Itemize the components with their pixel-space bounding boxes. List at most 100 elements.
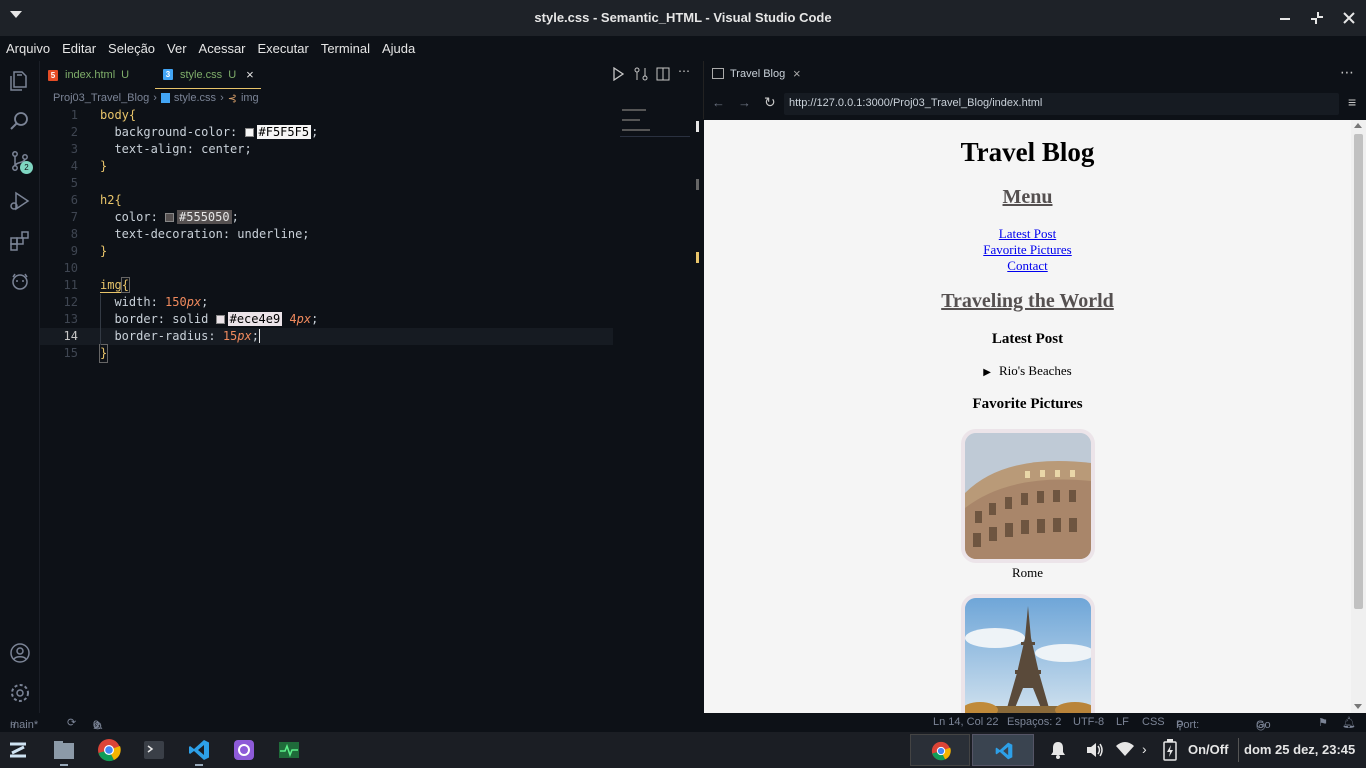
- scrollbar-thumb[interactable]: [1354, 134, 1363, 609]
- status-bar: ⑂ main* ⟳ ⊗ 0 ⚠ 0 Ln 14, Col 22 Espaços:…: [0, 713, 1366, 743]
- restore-icon[interactable]: [1307, 8, 1327, 28]
- browser-tab-bar: Travel Blog × ⋯: [703, 61, 1366, 89]
- property: color:: [114, 210, 166, 224]
- branch-name: main*: [10, 719, 39, 731]
- explorer-icon[interactable]: [8, 69, 32, 93]
- menu-arquivo[interactable]: Arquivo: [6, 41, 50, 56]
- chevron-right-icon[interactable]: ›: [1142, 741, 1147, 757]
- settings-gear-icon[interactable]: [8, 681, 32, 705]
- end-of-line[interactable]: LF: [1116, 716, 1129, 728]
- browser-toolbar: ← → ↻ http://127.0.0.1:3000/Proj03_Trave…: [703, 89, 1366, 119]
- page-h3-latest: Latest Post: [991, 331, 1064, 347]
- extensions-icon[interactable]: [8, 229, 32, 253]
- tab-close-icon[interactable]: ×: [246, 67, 254, 82]
- menu-icon[interactable]: ≡: [1348, 94, 1356, 110]
- scroll-down-arrow-icon[interactable]: [1354, 704, 1362, 709]
- line-number: 3: [70, 142, 78, 156]
- indentation[interactable]: Espaços: 2: [1007, 716, 1061, 728]
- menu-ver[interactable]: Ver: [167, 41, 187, 56]
- browser-tab-title[interactable]: Travel Blog: [730, 68, 785, 80]
- files-icon[interactable]: [52, 738, 76, 762]
- menu-terminal[interactable]: Terminal: [321, 41, 370, 56]
- line-number: 12: [63, 295, 78, 309]
- battery-charging-icon[interactable]: [1163, 739, 1177, 766]
- link-contact[interactable]: Contact: [704, 258, 1351, 274]
- run-debug-icon[interactable]: [8, 189, 32, 213]
- tab-label: index.html: [65, 69, 116, 81]
- clock[interactable]: dom 25 dez, 23:45: [1244, 742, 1355, 757]
- code-editor[interactable]: 1 body{ 2 background-color: #F5F5F5; 3 te…: [40, 107, 620, 367]
- menu-ajuda[interactable]: Ajuda: [382, 41, 415, 56]
- tab-style-css[interactable]: 3 style.css U ×: [155, 61, 261, 89]
- semicolon: ;: [231, 210, 239, 224]
- brace: {: [114, 193, 122, 207]
- number: 150: [165, 295, 187, 309]
- line-number: 8: [70, 227, 78, 241]
- remote-explorer-icon[interactable]: [8, 269, 32, 293]
- vscode-icon[interactable]: [187, 738, 211, 762]
- sync-icon[interactable]: ⟳: [67, 716, 76, 729]
- menu-editar[interactable]: Editar: [62, 41, 96, 56]
- notifications-bell-icon[interactable]: 🔔︎: [1342, 716, 1356, 729]
- encoding[interactable]: UTF-8: [1073, 716, 1104, 728]
- window-chrome[interactable]: [910, 734, 970, 766]
- close-icon[interactable]: [1339, 8, 1359, 28]
- link-latest-post[interactable]: Latest Post: [704, 226, 1351, 242]
- wifi-icon[interactable]: [1116, 741, 1134, 762]
- minimap-line: [622, 119, 640, 121]
- open-changes-icon[interactable]: [634, 67, 648, 84]
- browser-scrollbar[interactable]: [1351, 120, 1366, 713]
- semicolon: ;: [201, 295, 209, 309]
- link-favorite-pictures[interactable]: Favorite Pictures: [704, 242, 1351, 258]
- forward-arrow-icon[interactable]: →: [738, 95, 751, 110]
- cursor-position[interactable]: Ln 14, Col 22: [933, 716, 998, 728]
- run-file-icon[interactable]: [612, 66, 625, 84]
- back-arrow-icon[interactable]: ←: [712, 95, 725, 110]
- language-mode[interactable]: CSS: [1142, 716, 1165, 728]
- color-swatch[interactable]: [215, 315, 225, 324]
- scroll-up-arrow-icon[interactable]: [1354, 123, 1362, 128]
- unit: px: [186, 295, 202, 309]
- tab-label: style.css: [180, 68, 223, 81]
- menu-selecao[interactable]: Seleção: [108, 41, 155, 56]
- notifications-bell-icon[interactable]: [1050, 741, 1066, 762]
- details-rios-beaches[interactable]: ▶ Rio's Beaches: [704, 363, 1351, 379]
- power-toggle-label[interactable]: On/Off: [1188, 742, 1228, 757]
- minimap-slider[interactable]: [620, 107, 690, 137]
- reload-icon[interactable]: ↻: [764, 94, 776, 111]
- breadcrumb-folder[interactable]: Proj03_Travel_Blog: [53, 92, 149, 104]
- minimize-icon[interactable]: [1275, 8, 1295, 28]
- more-actions-icon[interactable]: ⋯: [1340, 64, 1354, 81]
- taskbar: › On/Off dom 25 dez, 23:45: [0, 732, 1366, 768]
- tab-index-html[interactable]: 5 index.html U: [40, 61, 155, 89]
- window-vscode[interactable]: [972, 734, 1034, 766]
- color-swatch[interactable]: [244, 128, 254, 137]
- split-editor-icon[interactable]: [656, 67, 670, 84]
- browser-viewport[interactable]: Travel Blog Menu Latest Post Favorite Pi…: [704, 120, 1351, 713]
- chrome-icon[interactable]: [97, 738, 121, 762]
- browser-tab-close-icon[interactable]: ×: [793, 66, 801, 81]
- feedback-icon[interactable]: ⚑: [1318, 716, 1328, 729]
- accounts-icon[interactable]: [8, 641, 32, 665]
- editor-tab-bar: 5 index.html U 3 style.css U × ⋯: [40, 61, 703, 89]
- breadcrumb-symbol[interactable]: img: [241, 92, 259, 104]
- volume-icon[interactable]: [1086, 741, 1104, 764]
- selector: img: [100, 278, 122, 293]
- system-monitor-icon[interactable]: [277, 738, 301, 762]
- address-input[interactable]: http://127.0.0.1:3000/Proj03_Travel_Blog…: [784, 93, 1339, 115]
- brace: }: [100, 244, 108, 258]
- breadcrumb-file[interactable]: style.css: [174, 92, 216, 104]
- github-icon[interactable]: [232, 738, 256, 762]
- brace: {: [128, 108, 137, 122]
- terminal-icon[interactable]: [142, 738, 166, 762]
- menu-executar[interactable]: Executar: [258, 41, 309, 56]
- scroll-indicator: [696, 179, 699, 190]
- color-swatch[interactable]: [165, 213, 175, 222]
- zorin-menu-icon[interactable]: [6, 738, 30, 762]
- more-actions-icon[interactable]: ⋯: [678, 64, 690, 78]
- menu-acessar[interactable]: Acessar: [199, 41, 246, 56]
- minimap[interactable]: [620, 107, 699, 263]
- search-icon[interactable]: [8, 109, 32, 133]
- running-indicator: [195, 764, 203, 766]
- line-number: 5: [70, 176, 78, 190]
